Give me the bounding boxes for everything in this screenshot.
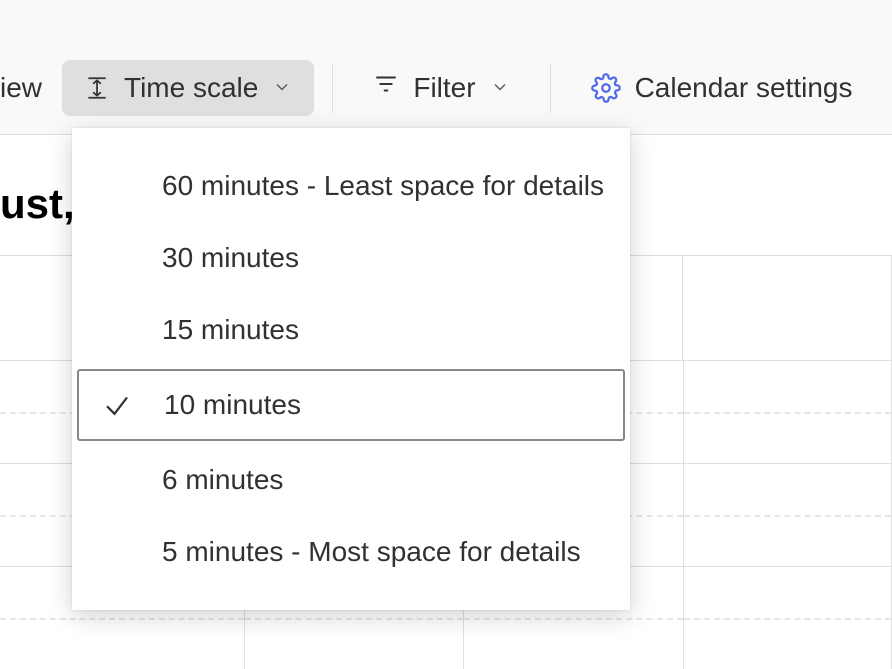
chevron-down-icon: [272, 72, 292, 104]
timescale-option-15[interactable]: 15 minutes: [72, 294, 630, 366]
option-label: 5 minutes - Most space for details: [162, 536, 581, 568]
month-title-partial: ust,: [0, 180, 75, 228]
gear-icon: [591, 73, 621, 103]
filter-icon: [373, 71, 399, 104]
toolbar-divider: [550, 63, 551, 113]
timescale-option-30[interactable]: 30 minutes: [72, 222, 630, 294]
option-label: 30 minutes: [162, 242, 299, 274]
toolbar: iew Time scale: [0, 0, 892, 135]
option-label: 6 minutes: [162, 464, 283, 496]
toolbar-divider: [332, 63, 333, 113]
filter-label: Filter: [413, 72, 475, 104]
view-label-partial: iew: [0, 72, 62, 104]
timescale-label: Time scale: [124, 72, 258, 104]
timescale-icon: [84, 75, 110, 101]
check-icon: [102, 390, 164, 420]
timescale-option-60[interactable]: 60 minutes - Least space for details: [72, 150, 630, 222]
timescale-option-6[interactable]: 6 minutes: [72, 444, 630, 516]
timescale-dropdown: 60 minutes - Least space for details 30 …: [72, 128, 630, 610]
timescale-button[interactable]: Time scale: [62, 60, 314, 116]
option-label: 15 minutes: [162, 314, 299, 346]
option-label: 10 minutes: [164, 389, 301, 421]
day-column: [683, 256, 892, 360]
settings-label: Calendar settings: [635, 72, 853, 104]
timescale-option-5[interactable]: 5 minutes - Most space for details: [72, 516, 630, 588]
chevron-down-icon: [490, 72, 510, 104]
filter-button[interactable]: Filter: [351, 59, 531, 116]
calendar-settings-button[interactable]: Calendar settings: [569, 60, 875, 116]
option-label: 60 minutes - Least space for details: [162, 170, 604, 202]
timescale-option-10[interactable]: 10 minutes: [77, 369, 625, 441]
